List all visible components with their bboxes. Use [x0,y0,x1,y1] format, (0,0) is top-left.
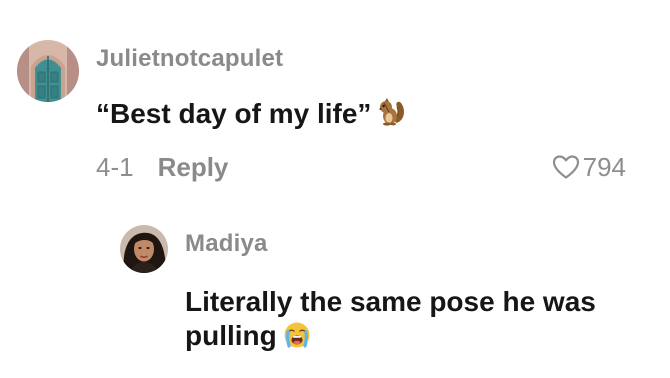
chipmunk-icon [377,97,407,134]
comment-thread: Julietnotcapulet “Best day of my life” 4… [0,0,670,378]
comment-username[interactable]: Julietnotcapulet [96,47,283,71]
door-avatar-image [17,40,79,102]
reply-username[interactable]: Madiya [185,232,268,256]
loudly-crying-face-icon [283,321,311,357]
like-button[interactable]: 794 [552,154,626,180]
reply-text-body: Literally the same pose he was pulling [185,286,596,351]
reply-avatar[interactable] [120,225,168,273]
avatar[interactable] [17,40,79,102]
profile-photo-image [120,225,168,273]
comment-text: “Best day of my life” [96,97,407,134]
comment-text-body: “Best day of my life” [96,98,372,129]
reply-button[interactable]: Reply [158,154,229,180]
reply-text: Literally the same pose he was pulling [185,285,655,356]
comment-meta: 4-1 Reply [96,154,228,180]
comment-date: 4-1 [96,152,134,182]
like-count: 794 [582,152,626,182]
heart-icon [552,155,579,179]
